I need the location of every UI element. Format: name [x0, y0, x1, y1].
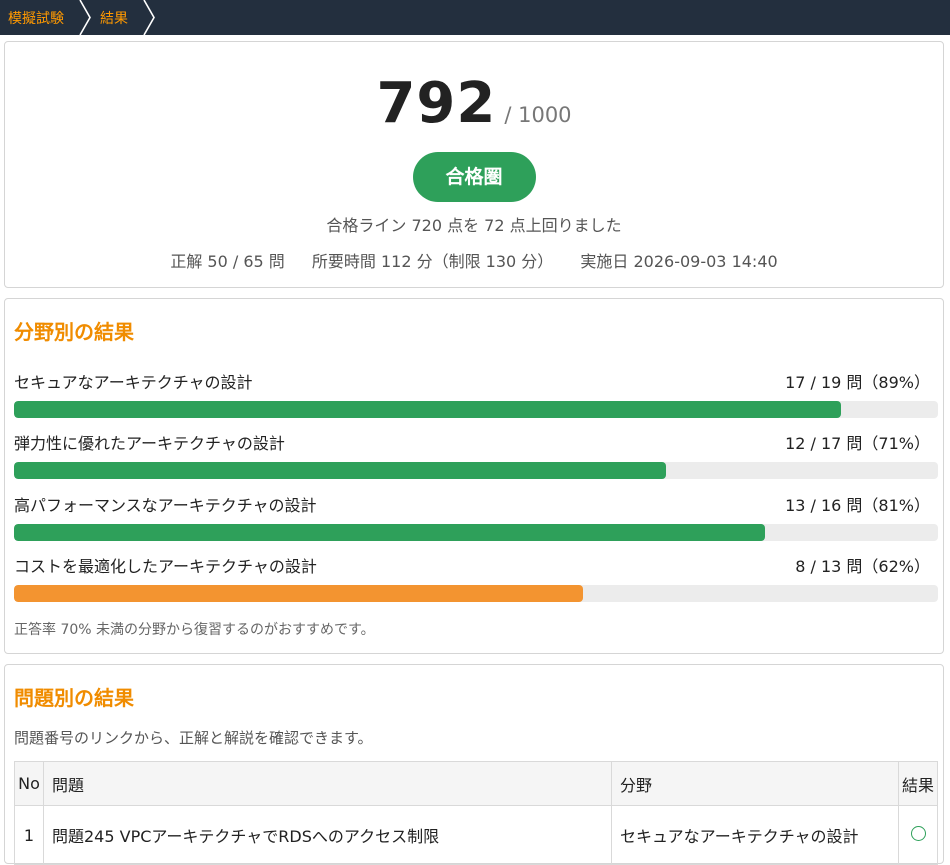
category-score: 13 / 16 問（81%） — [785, 496, 930, 515]
score-max: / 1000 — [504, 103, 572, 127]
review-hint: 正答率 70% 未満の分野から復習するのがおすすめです。 — [14, 622, 375, 638]
section-title-questions: 問題別の結果 — [14, 686, 134, 710]
category-name: 弾力性に優れたアーキテクチャの設計 — [14, 434, 285, 453]
column-header-field: 分野 — [611, 761, 899, 806]
progress-fill — [14, 585, 583, 602]
question-results-description: 問題番号のリンクから、正解と解説を確認できます。 — [14, 729, 373, 747]
category-score: 8 / 13 問（62%） — [795, 557, 930, 576]
progress-track — [14, 462, 938, 479]
progress-track — [14, 585, 938, 602]
top-bar: 模擬試験 結果 — [0, 0, 950, 35]
category-row: コストを最適化したアーキテクチャの設計 8 / 13 問（62%） — [14, 556, 938, 602]
column-header-result: 結果 — [898, 761, 938, 806]
score-card: 792 / 1000 合格圏 合格ライン 720 点を 72 点上回りました 正… — [4, 41, 944, 288]
category-row: 弾力性に優れたアーキテクチャの設計 12 / 17 問（71%） — [14, 433, 938, 479]
correct-count: 正解 50 / 65 問 — [170, 252, 285, 271]
category-name: コストを最適化したアーキテクチャの設計 — [14, 557, 317, 576]
question-results-table: No 問題 分野 結果 1 問題245 VPCアーキテクチャでRDSへのアクセス… — [14, 761, 938, 865]
category-row: セキュアなアーキテクチャの設計 17 / 19 問（89%） — [14, 372, 938, 418]
category-name: 高パフォーマンスなアーキテクチャの設計 — [14, 496, 317, 515]
pass-margin-message: 合格ライン 720 点を 72 点上回りました — [326, 216, 622, 235]
progress-fill — [14, 524, 765, 541]
chevron-right-icon — [79, 0, 91, 35]
progress-track — [14, 401, 938, 418]
category-row: 高パフォーマンスなアーキテクチャの設計 13 / 16 問（81%） — [14, 495, 938, 541]
breadcrumb-item-exam[interactable]: 模擬試験 — [0, 0, 80, 35]
score-line: 792 / 1000 — [5, 72, 943, 136]
category-score: 17 / 19 問（89%） — [785, 373, 930, 392]
category-results-card: 分野別の結果 セキュアなアーキテクチャの設計 17 / 19 問（89%） 弾力… — [4, 298, 944, 654]
progress-fill — [14, 462, 667, 479]
exam-date: 実施日 2026-09-03 14:40 — [580, 252, 778, 271]
score-value: 792 — [376, 71, 497, 136]
progress-fill — [14, 401, 841, 418]
column-header-no: No — [14, 761, 44, 806]
category-name: セキュアなアーキテクチャの設計 — [14, 373, 253, 392]
chevron-right-icon — [143, 0, 155, 35]
progress-track — [14, 524, 938, 541]
table-header-row: No 問題 分野 結果 — [14, 761, 938, 806]
correct-circle-icon — [910, 825, 926, 841]
category-score: 12 / 17 問（71%） — [785, 434, 930, 453]
column-header-question: 問題 — [43, 761, 612, 806]
question-results-card: 問題別の結果 問題番号のリンクから、正解と解説を確認できます。 No 問題 分野… — [4, 664, 944, 865]
section-title-category: 分野別の結果 — [14, 320, 134, 344]
exam-meta: 正解 50 / 65 問 所要時間 112 分（制限 130 分） 実施日 20… — [5, 248, 943, 272]
pass-status-badge: 合格圏 — [412, 152, 536, 202]
elapsed-time: 所要時間 112 分（制限 130 分） — [311, 252, 554, 271]
breadcrumb-item-result[interactable]: 結果 — [92, 0, 144, 35]
question-link[interactable]: 問題245 VPCアーキテクチャでRDSへのアクセス制限 — [52, 827, 439, 846]
